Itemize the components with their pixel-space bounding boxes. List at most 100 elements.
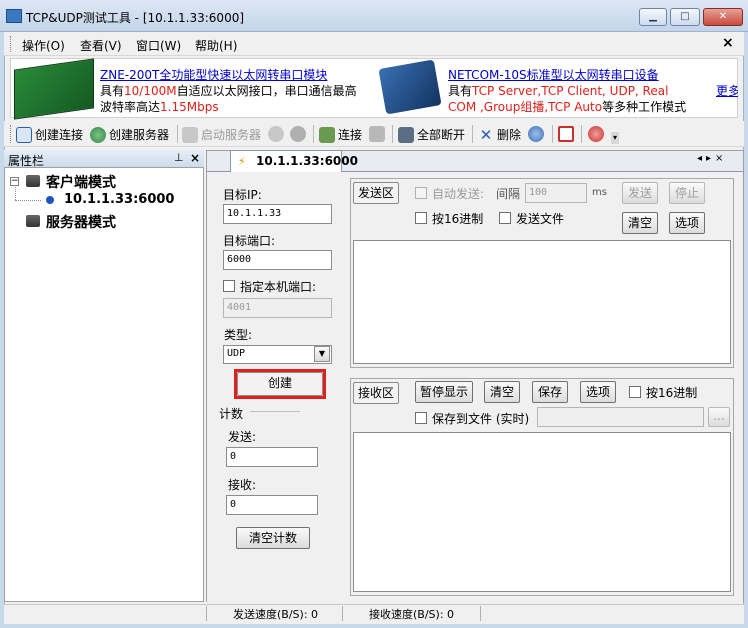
send-hex-checkbox[interactable] [415, 212, 427, 224]
minimize-button[interactable]: ▁ [639, 8, 667, 26]
power-icon [558, 126, 574, 142]
recv-area-button[interactable]: 接收区 [353, 382, 399, 404]
send-count-field[interactable]: 0 [226, 447, 318, 467]
interval-input[interactable]: 100 [525, 183, 587, 203]
clear-count-button[interactable]: 清空计数 [236, 527, 310, 549]
send-file-label: 发送文件 [516, 212, 565, 226]
stop-server-icon [268, 126, 284, 142]
count-label: 计数 [219, 407, 244, 421]
connection-tab-icon: ⚡ [238, 155, 246, 168]
recv-count-field[interactable]: 0 [226, 495, 318, 515]
chevron-down-icon[interactable]: ▼ [314, 346, 330, 362]
toolbar-separator [313, 125, 314, 143]
ad3-link[interactable]: 更多 [716, 83, 738, 99]
menu-grip[interactable] [10, 36, 13, 52]
toolbar-separator [472, 125, 473, 143]
cancel-circle-icon [290, 126, 306, 142]
toolbar-grip[interactable] [10, 125, 13, 143]
stop-button[interactable]: 停止 [669, 182, 705, 204]
netcom-device-image[interactable] [378, 59, 442, 115]
local-port-input[interactable]: 4001 [223, 298, 332, 318]
ad2-link[interactable]: NETCOM-10S标准型以太网转串口设备 [448, 67, 686, 83]
ad2-line2-red: TCP Server,TCP Client, UDP, Real [472, 84, 669, 98]
type-label: 类型: [224, 328, 253, 342]
local-port-checkbox[interactable] [223, 280, 235, 292]
send-clear-button[interactable]: 清空 [622, 212, 658, 234]
toolbar-separator [581, 125, 582, 143]
status-separator [206, 606, 207, 621]
save-to-file-label: 保存到文件 (实时) [432, 412, 530, 426]
create-button-highlight [234, 369, 326, 399]
recv-speed-status: 接收速度(B/S): 0 [369, 608, 455, 621]
exit-button[interactable] [558, 126, 577, 142]
delete-button[interactable]: ✕ 删除 [478, 126, 521, 143]
disconnect-all-button[interactable]: 全部断开 [398, 126, 465, 143]
toolbar-overflow-icon[interactable]: ▾ [611, 132, 619, 144]
ad1-line3-pre: 波特率高达 [100, 100, 161, 114]
tree-line [15, 187, 16, 200]
save-file-path-input[interactable] [537, 407, 704, 427]
send-textarea[interactable] [353, 240, 731, 364]
tree-collapse-toggle[interactable]: − [10, 177, 19, 186]
maximize-button[interactable]: □ [670, 8, 700, 26]
send-file-checkbox[interactable] [499, 212, 511, 224]
tab-navigation[interactable]: ◂▸× [697, 153, 727, 164]
recv-clear-button[interactable]: 清空 [484, 381, 520, 403]
gear-icon [528, 126, 544, 142]
create-server-button[interactable]: 创建服务器 [90, 126, 169, 143]
pin-icon[interactable]: ⊥ [174, 151, 184, 164]
panel-close-button[interactable]: × [190, 151, 200, 165]
ad2-line2-pre: 具有 [448, 84, 473, 98]
pause-display-button[interactable]: 暂停显示 [415, 381, 473, 403]
tree-line [15, 200, 41, 201]
close-window-button[interactable]: ✕ [703, 8, 743, 26]
tree-server-mode[interactable]: 服务器模式 [46, 212, 116, 232]
status-separator [342, 606, 343, 621]
menu-operate[interactable]: 操作(O) [22, 37, 65, 54]
target-ip-input[interactable]: 10.1.1.33 [223, 204, 332, 224]
auto-send-label: 自动发送: [432, 187, 485, 201]
connect-button[interactable]: 连接 [319, 126, 362, 143]
recv-hex-checkbox[interactable] [629, 386, 641, 398]
computer-icon [26, 215, 40, 227]
create-connection-button[interactable]: 创建连接 [16, 126, 83, 143]
send-button[interactable]: 发送 [622, 182, 658, 204]
tree-client-mode[interactable]: 客户端模式 [46, 172, 116, 192]
send-area-button[interactable]: 发送区 [353, 182, 399, 204]
connect-icon [319, 126, 335, 143]
browse-button[interactable]: ... [708, 407, 730, 427]
disconnect-icon [369, 126, 385, 142]
recv-save-button[interactable]: 保存 [532, 381, 568, 403]
target-port-input[interactable]: 6000 [223, 250, 332, 270]
globe-icon [90, 126, 106, 143]
recv-options-button[interactable]: 选项 [580, 381, 616, 403]
menu-window[interactable]: 窗口(W) [136, 37, 181, 54]
mdi-close-button[interactable]: × [722, 35, 734, 51]
settings-button[interactable] [528, 126, 547, 142]
cancel-button[interactable] [290, 126, 309, 142]
send-hex-label: 按16进制 [432, 212, 484, 226]
menu-help[interactable]: 帮助(H) [195, 37, 237, 54]
about-button[interactable] [588, 126, 607, 142]
receive-textarea[interactable] [353, 432, 731, 592]
tab-connection-label: 10.1.1.33:6000 [256, 154, 358, 168]
save-to-file-checkbox[interactable] [415, 412, 427, 424]
menu-view[interactable]: 查看(V) [80, 37, 122, 54]
connect-label: 连接 [338, 128, 363, 142]
toolbar-separator [552, 125, 553, 143]
auto-send-checkbox[interactable] [415, 187, 427, 199]
ad2-line3-red: COM ,Group组播,TCP Auto [448, 100, 603, 114]
ad1-link[interactable]: ZNE-200T全功能型快速以太网转串口模块 [100, 67, 357, 83]
disconnect-all-label: 全部断开 [417, 128, 466, 142]
start-server-button[interactable]: 启动服务器 [182, 126, 261, 143]
start-server-label: 启动服务器 [201, 128, 262, 142]
disconnect-button[interactable] [369, 126, 388, 142]
interval-label: 间隔 [496, 187, 521, 201]
ad2-line2: 具有TCP Server,TCP Client, UDP, Real [448, 83, 686, 99]
stop-server-button[interactable] [268, 126, 287, 142]
ad1-line2: 具有10/100M自适应以太网接口，串口通信最高 [100, 83, 357, 99]
delete-x-icon: ✕ [479, 125, 493, 144]
send-options-button[interactable]: 选项 [669, 212, 705, 234]
connection-dot-icon [46, 196, 54, 204]
tree-client-connection[interactable]: 10.1.1.33:6000 [64, 192, 174, 207]
